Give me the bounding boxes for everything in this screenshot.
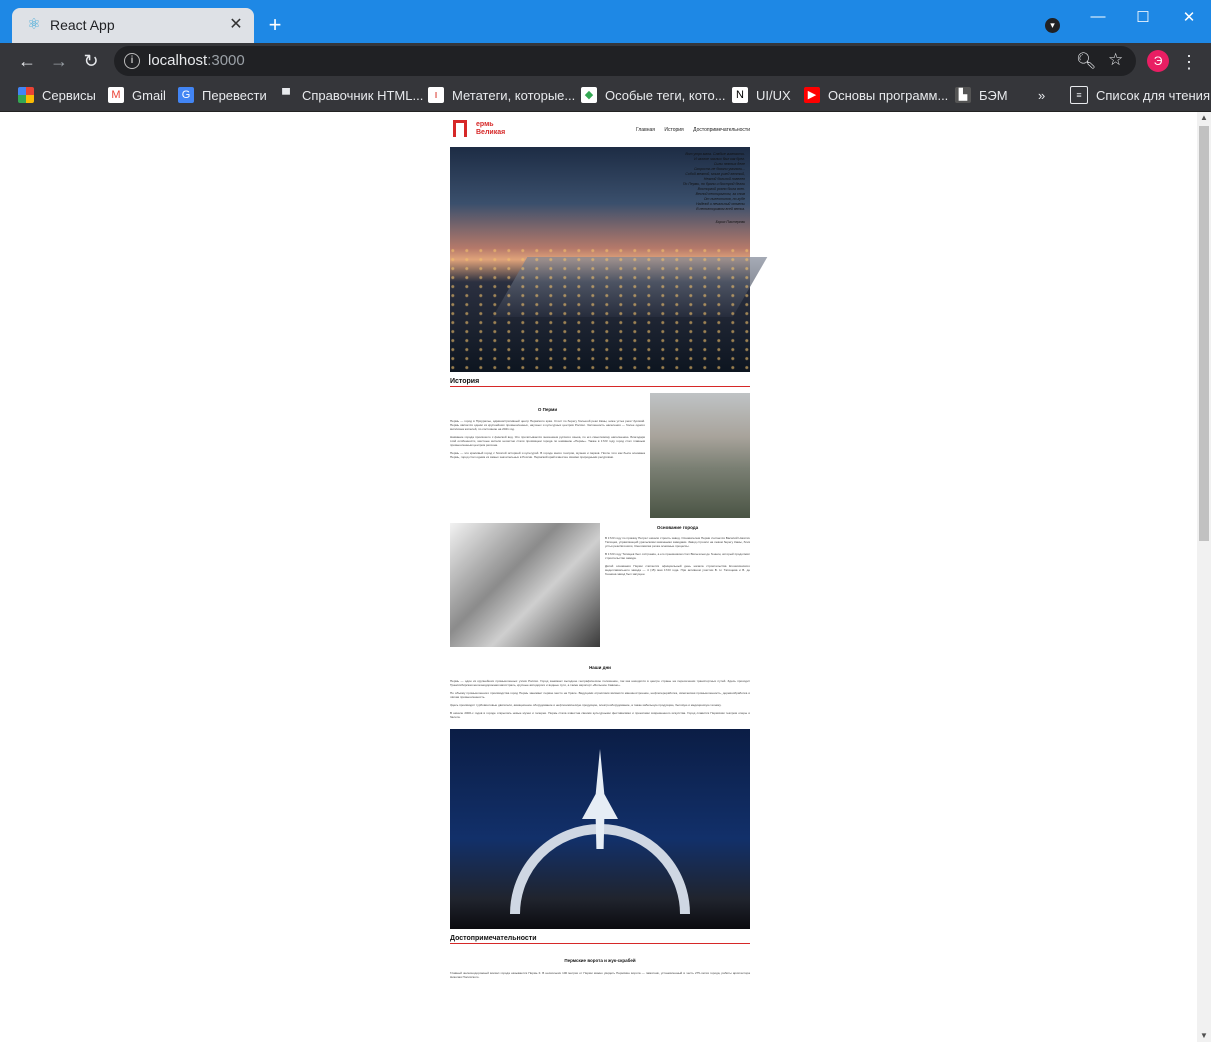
bookmarks-more[interactable]: » (1038, 85, 1045, 105)
about-p3: Пермь — это красивый город с богатой ист… (450, 451, 645, 459)
founding-text: Основание города В 1723 году по приказу … (605, 525, 750, 580)
bookmarks-bar: Сервисы M Gmail G Перевести ▀ Справочник HT… (0, 79, 1211, 112)
diamond-icon: ◆ (581, 87, 597, 103)
bookmark-metatags[interactable]: ı Метатеги, которые... (428, 85, 575, 105)
reading-list[interactable]: ≡ Список для чтения (1070, 85, 1210, 105)
about-block: О Перми Пермь — город в Приуралье, админ… (450, 387, 750, 518)
sights-p1: Главный железнодорожный вокзал города на… (450, 971, 750, 979)
reload-icon[interactable]: ↻ (78, 48, 104, 74)
founding-title: Основание города (656, 525, 699, 530)
nav-history[interactable]: История (664, 127, 683, 133)
site-header: ермь Великая Главная История Достопримеча… (450, 112, 750, 147)
scroll-down-icon[interactable]: ▼ (1197, 1030, 1211, 1042)
city-lights (450, 247, 750, 372)
today-p2: По объёму промышленного производства гор… (450, 691, 750, 699)
bookmark-uiux[interactable]: N UI/UX (732, 85, 791, 105)
star-icon[interactable]: ☆ (1108, 50, 1123, 70)
forward-icon[interactable]: → (46, 48, 72, 74)
logo-icon[interactable] (453, 120, 467, 137)
minimize-icon[interactable]: — (1086, 8, 1110, 25)
url-text[interactable]: localhost:3000 (148, 52, 245, 69)
back-icon[interactable]: ← (14, 48, 40, 74)
page-viewport: ермь Великая Главная История Достопримеча… (0, 112, 1197, 1042)
poem-author: Борис Пастернак (715, 220, 745, 224)
monument-image (450, 729, 750, 929)
nav-home[interactable]: Главная (636, 127, 655, 133)
gmail-icon: M (108, 87, 124, 103)
notion-icon: N (732, 87, 748, 103)
history-title: История (450, 378, 750, 387)
sights-subtitle: Пермские ворота и жук-скрабей (564, 958, 636, 963)
sights-title: Достопримечательности (450, 935, 750, 944)
browser-window: ⚛ React App ✕ + ▾ — ☐ ✕ ← → ↻ i localhos… (0, 0, 1211, 1042)
founding-p1: В 1723 году по приказу Петра I начали ст… (605, 536, 750, 548)
page-scrollbar[interactable]: ▲ ▼ (1197, 112, 1211, 1042)
perm-city-image (650, 393, 750, 518)
hero-image: Вот утро.мгла. Слабые гимнасты. И чахлое… (450, 147, 768, 372)
address-bar[interactable]: i localhost:3000 🔍︎ ☆ (114, 46, 1136, 76)
about-p2: Название города произошло с финской вод.… (450, 435, 645, 447)
bookmark-services[interactable]: Сервисы (18, 85, 96, 105)
founding-p2: В 1723 году Татищев был отстранён, а его… (605, 552, 750, 560)
bookmark-html-ref[interactable]: ▀ Справочник HTML... (278, 85, 423, 105)
youtube-icon: ▶ (804, 87, 820, 103)
today-title: Наши дни (589, 665, 611, 670)
site-nav: Главная История Достопримечательности (628, 127, 750, 133)
about-p1: Пермь — город в Приуралье, административ… (450, 419, 645, 431)
toolbar: ← → ↻ i localhost:3000 🔍︎ ☆ (0, 43, 1211, 79)
close-icon[interactable]: ✕ (226, 15, 246, 35)
chevron-down-icon[interactable]: ▾ (1045, 18, 1060, 33)
tab-title: React App (50, 17, 115, 33)
old-perm-image (450, 523, 600, 647)
comment-icon: ▀ (282, 89, 290, 101)
bookmark-translate[interactable]: G Перевести (178, 85, 267, 105)
translate-icon: G (178, 87, 194, 103)
avatar[interactable]: Э (1147, 50, 1169, 72)
today-p3: Здесь производят турбовинтовые двигатели… (450, 703, 722, 707)
list-icon: ≡ (1070, 86, 1088, 104)
window-close-icon[interactable]: ✕ (1177, 8, 1201, 26)
today-p4: В начале 2000-х годов в городе открылись… (450, 711, 750, 719)
react-icon: ⚛ (27, 16, 41, 33)
kebab-menu-icon[interactable]: ⋮ (1180, 52, 1198, 73)
maximize-icon[interactable]: ☐ (1131, 8, 1155, 26)
founding-block: Основание города В 1723 году по приказу … (450, 523, 750, 653)
scroll-up-icon[interactable]: ▲ (1197, 112, 1211, 124)
page-icon: ı (428, 87, 444, 103)
tab-react-app[interactable]: ⚛ React App ✕ (12, 8, 254, 43)
nav-sights[interactable]: Достопримечательности (693, 127, 750, 133)
site-page: ермь Великая Главная История Достопримеча… (450, 112, 768, 983)
scroll-thumb[interactable] (1199, 126, 1209, 541)
today-block: Наши дни Пермь — один из крупнейших пром… (450, 665, 750, 719)
about-title: О Перми (537, 407, 558, 412)
founding-p3: Датой основания Перми считается официаль… (605, 564, 750, 576)
bem-icon: ▙ (955, 87, 971, 103)
about-text: О Перми Пермь — город в Приуралье, админ… (450, 387, 645, 459)
bookmark-bem[interactable]: ▙ БЭМ (955, 85, 1008, 105)
bookmark-basics[interactable]: ▶ Основы программ... (804, 85, 948, 105)
apps-icon (18, 87, 34, 103)
hero-poem: Вот утро.мгла. Слабые гимнасты. И чахлое… (682, 152, 745, 211)
title-bar: ⚛ React App ✕ + ▾ — ☐ ✕ (0, 0, 1211, 43)
today-p1: Пермь — один из крупнейших промышленных … (450, 679, 750, 687)
site-logo[interactable]: ермь Великая (476, 121, 505, 137)
new-tab-button[interactable]: + (262, 13, 288, 39)
bookmark-gmail[interactable]: M Gmail (108, 85, 166, 105)
zoom-icon[interactable]: 🔍︎ (1076, 51, 1096, 71)
bookmark-special-tags[interactable]: ◆ Особые теги, кото... (581, 85, 726, 105)
info-icon[interactable]: i (124, 53, 140, 69)
